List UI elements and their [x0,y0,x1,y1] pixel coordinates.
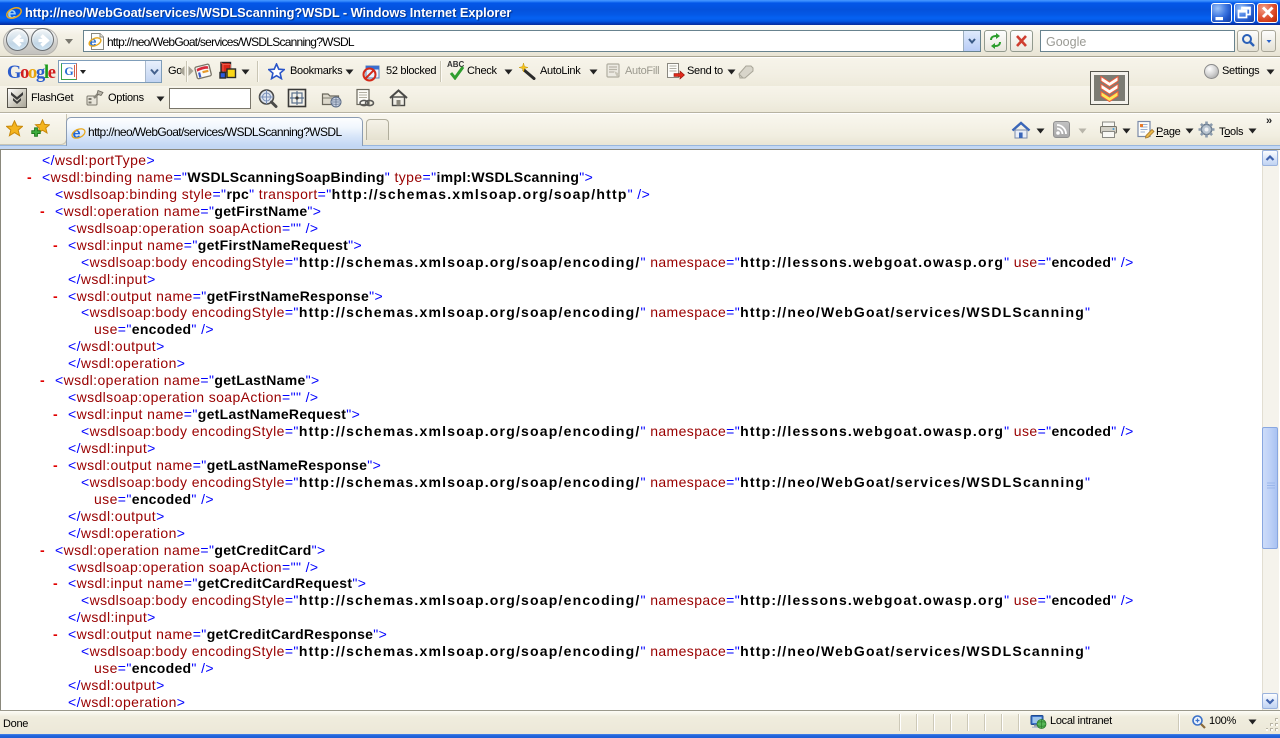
svg-text:e: e [90,35,97,49]
